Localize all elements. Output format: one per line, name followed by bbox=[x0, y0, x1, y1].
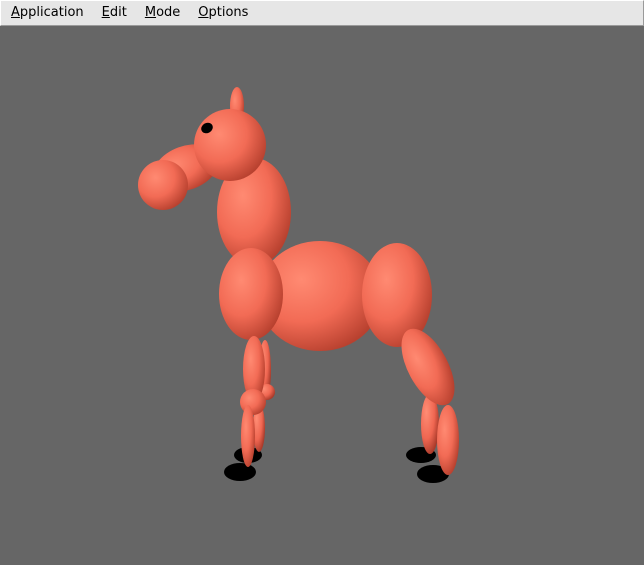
hind-leg-near-lower bbox=[437, 405, 459, 475]
3d-viewport[interactable] bbox=[0, 26, 644, 565]
menu-application-mnemonic: A bbox=[11, 5, 20, 20]
menu-options-mnemonic: O bbox=[198, 5, 209, 20]
menu-bar: Application Edit Mode Options bbox=[0, 0, 644, 26]
horse-nose bbox=[138, 160, 188, 210]
menu-options-label: ptions bbox=[208, 5, 249, 20]
menu-application-label: pplication bbox=[19, 5, 84, 20]
menu-edit-mnemonic: E bbox=[101, 5, 110, 20]
menu-edit[interactable]: Edit bbox=[92, 1, 135, 25]
menu-mode[interactable]: Mode bbox=[135, 1, 188, 25]
menu-application[interactable]: Application bbox=[1, 1, 92, 25]
menu-mode-label: ode bbox=[156, 5, 181, 20]
application-window: Application Edit Mode Options bbox=[0, 0, 644, 565]
front-leg-near-lower bbox=[241, 405, 255, 467]
menu-mode-mnemonic: M bbox=[144, 5, 157, 20]
horse-head bbox=[194, 109, 266, 181]
menu-edit-label: dit bbox=[109, 5, 127, 20]
horse-chest bbox=[219, 248, 283, 340]
horse-icon bbox=[138, 87, 459, 483]
menu-options[interactable]: Options bbox=[188, 1, 256, 25]
hoof-shadow bbox=[224, 463, 256, 481]
